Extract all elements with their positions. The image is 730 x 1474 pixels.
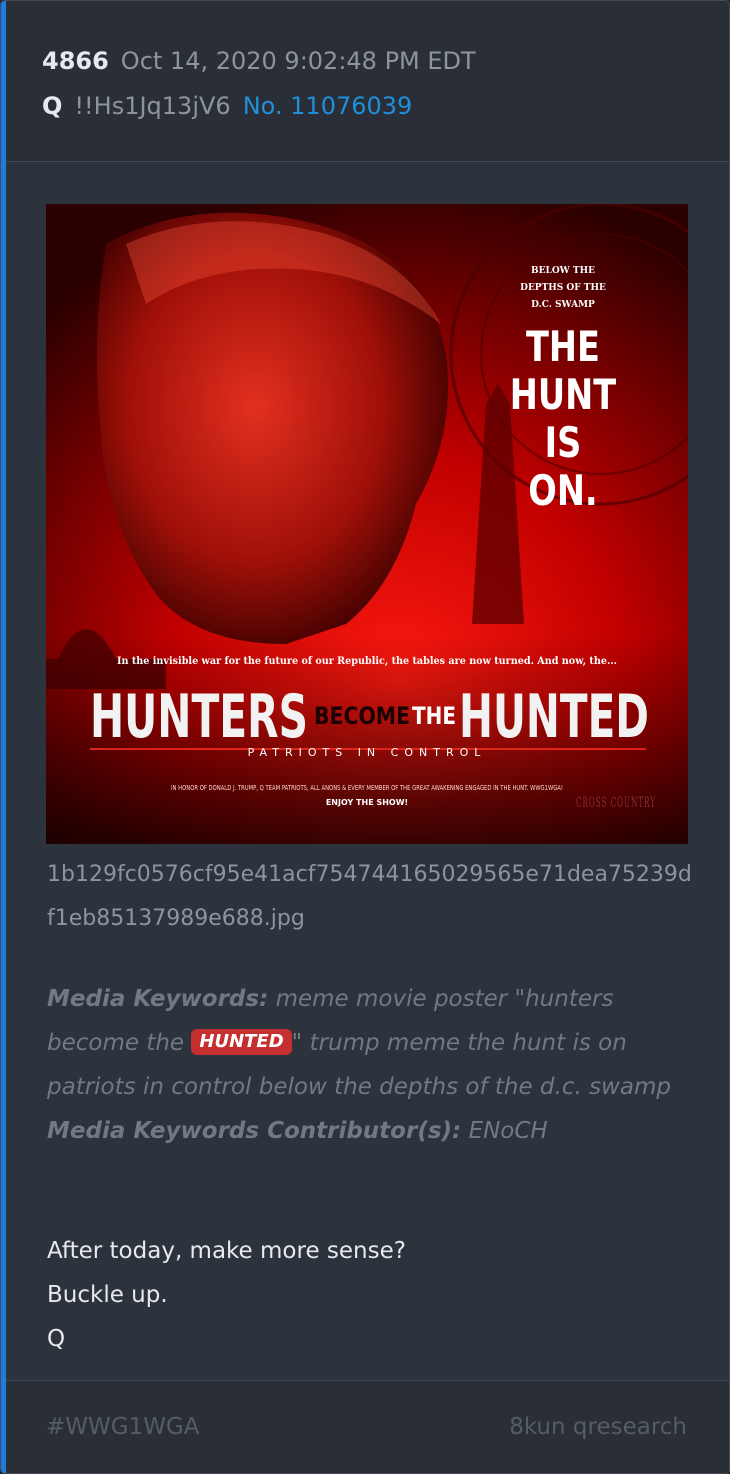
title-hunters: HUNTERS [90, 682, 308, 752]
image-filename[interactable]: 1b129fc0576cf95e41acf754744165029565e71d… [47, 853, 697, 941]
tagline-small-2: DEPTHS OF THE [520, 283, 606, 293]
post-message: After today, make more sense? Buckle up.… [47, 1229, 406, 1361]
poster-logo: CROSS COUNTRY [576, 795, 656, 811]
dedication-line: IN HONOR OF DONALD J. TRUMP, Q TEAM PATR… [171, 784, 563, 792]
message-line-1: After today, make more sense? [47, 1238, 406, 1264]
contributor-label: Media Keywords Contributor(s): [47, 1118, 462, 1144]
title-the: THE [412, 702, 456, 730]
tagline-big-2: HUNT [510, 370, 616, 419]
post-number: 4866 [42, 47, 109, 75]
tripcode: !!Hs1Jq13jV6 [74, 92, 231, 120]
hashtag: #WWG1WGA [46, 1414, 200, 1440]
post-date: Oct 14, 2020 9:02:48 PM EDT [120, 47, 476, 75]
tagline-big-3: IS [545, 418, 582, 467]
post-image[interactable]: BELOW THE DEPTHS OF THE D.C. SWAMP THE H… [46, 204, 688, 844]
message-line-2: Buckle up. [47, 1282, 168, 1308]
media-keywords: Media Keywords: meme movie poster "hunte… [47, 977, 687, 1153]
contributor-name: ENoCH [468, 1118, 548, 1144]
poster-graphic: BELOW THE DEPTHS OF THE D.C. SWAMP THE H… [46, 204, 688, 844]
author-row: Q !!Hs1Jq13jV6 No. 11076039 [42, 92, 412, 120]
tagline-big-1: THE [526, 322, 600, 371]
title-become: BECOME [314, 702, 410, 730]
intro-line: In the invisible war for the future of o… [117, 655, 617, 667]
enjoy-line: ENJOY THE SHOW! [326, 798, 408, 807]
tagline-small-1: BELOW THE [531, 266, 595, 276]
poster-subtitle: PATRIOTS IN CONTROL [248, 746, 487, 759]
tagline-big-4: ON. [528, 466, 597, 515]
source-label: 8kun qresearch [509, 1414, 687, 1440]
tagline-small-3: D.C. SWAMP [531, 300, 595, 310]
post-footer: #WWG1WGA 8kun qresearch [6, 1380, 729, 1473]
post-meta-row: 4866 Oct 14, 2020 9:02:48 PM EDT [42, 47, 476, 75]
message-line-3: Q [47, 1326, 66, 1352]
title-hunted: HUNTED [459, 682, 649, 752]
post-reference-link[interactable]: No. 11076039 [243, 92, 413, 120]
post-card: 4866 Oct 14, 2020 9:02:48 PM EDT Q !!Hs1Jq… [0, 0, 730, 1474]
author-name: Q [42, 92, 63, 120]
accent-bar [1, 1, 6, 1473]
post-header: 4866 Oct 14, 2020 9:02:48 PM EDT Q !!Hs1Jq… [6, 1, 729, 162]
keyword-highlight: HUNTED [191, 1029, 292, 1055]
keywords-label: Media Keywords: [47, 986, 269, 1012]
